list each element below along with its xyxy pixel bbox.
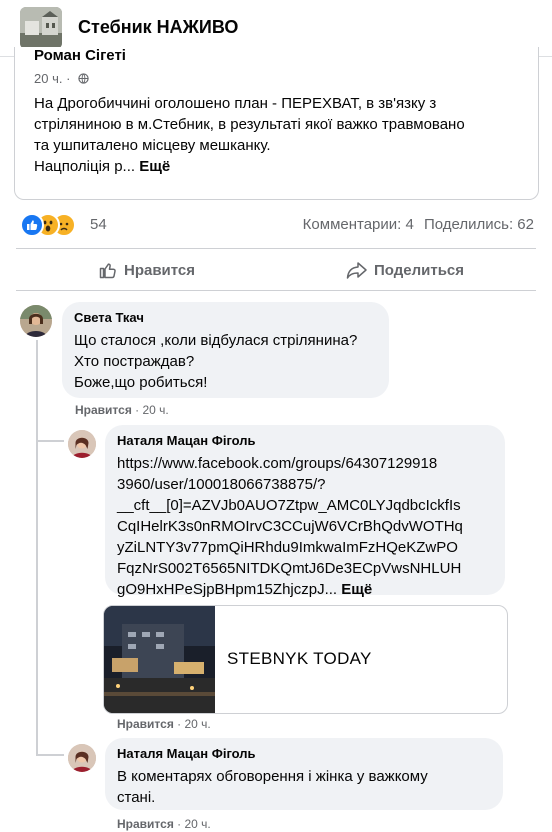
share-arrow-icon (346, 262, 367, 279)
thread-line (36, 440, 38, 755)
comment-text: В коментарях обговорення і жінка у важко… (117, 766, 491, 808)
thread-line (36, 340, 38, 440)
share-button-label: Поделиться (374, 261, 465, 279)
comments-count[interactable]: Комментарии: 4 (303, 216, 414, 233)
like-icon (20, 213, 44, 237)
comment-like-button[interactable]: Нравится (75, 403, 132, 417)
comment-text-line: стані. (117, 789, 156, 806)
share-button[interactable]: Поделиться (346, 252, 464, 288)
commenter-name[interactable]: Света Ткач (74, 310, 377, 326)
link-preview-title: STEBNYK TODAY (227, 649, 372, 668)
comment-text-line: Боже,що робиться! (74, 374, 208, 391)
like-button[interactable]: Нравится (98, 252, 195, 288)
comment-link-line[interactable]: yZiLNTY3v77pmQiHRhdu9ImkwaImFzHQeKZwPO (117, 537, 493, 558)
group-avatar[interactable] (20, 7, 62, 49)
shared-post-card[interactable]: Роман Сігеті 20 ч. · На Дрогобиччині ого… (14, 47, 539, 200)
comment-text-line: В коментарях обговорення і жінка у важко… (117, 768, 428, 785)
thumbs-up-icon (99, 263, 116, 279)
post-text: На Дрогобиччині оголошено план - ПЕРЕХВА… (34, 93, 514, 177)
comment-like-button[interactable]: Нравится (117, 717, 174, 731)
comment-link-line[interactable]: CqIHelrK3s0nRMOIrvC3CCujW6VCrBhQdvWOTHq (117, 516, 493, 537)
thread-line (36, 754, 64, 756)
post-feed: Роман Сігеті 20 ч. · На Дрогобиччині ого… (0, 47, 552, 832)
divider (16, 248, 536, 249)
comment-time[interactable]: 20 ч. (185, 717, 211, 731)
comment-link-line[interactable]: https://www.facebook.com/groups/64307129… (117, 453, 493, 474)
comment-bubble: Наталя Мацан Фіголь https://www.facebook… (105, 425, 505, 598)
post-text-line: стріляниною в м.Стебник, в результаті як… (34, 116, 465, 133)
comment-actions: Нравится · 20 ч. (117, 817, 211, 831)
comment-text-line: Хто постраждав? (74, 353, 195, 370)
commenter-name[interactable]: Наталя Мацан Фіголь (117, 746, 491, 762)
comment-time[interactable]: 20 ч. (143, 403, 169, 417)
comment-link-line[interactable]: FqzNrS002T6565NITDKQmtJ6De3ECpVwsNHLUH (117, 558, 493, 579)
shares-count[interactable]: Поделились: 62 (424, 216, 534, 233)
globe-icon (78, 73, 89, 84)
comment-text: Що сталося ,коли відбулася стрілянина? Х… (74, 330, 377, 393)
post-text-line: та ушпиталено місцеву мешканку. (34, 137, 271, 154)
post-meta: 20 ч. · (34, 71, 89, 86)
group-title[interactable]: Стебник НАЖИВО (78, 17, 238, 38)
comment-like-button[interactable]: Нравится (117, 817, 174, 831)
comment-actions: Нравится · 20 ч. (75, 403, 169, 417)
divider (16, 290, 536, 291)
link-preview-image (104, 606, 215, 713)
post-text-line: Нацполіція р... Ещё (34, 156, 514, 177)
like-button-label: Нравится (124, 261, 196, 279)
avatar[interactable] (68, 744, 96, 772)
comment-link-line[interactable]: __cft__[0]=AZVJb0AUO7Ztpw_AMC0LYJqdbcIck… (117, 495, 493, 516)
comment-link-line[interactable]: 3960/user/100018066738875/? (117, 474, 493, 495)
comment-text: https://www.facebook.com/groups/64307129… (117, 453, 493, 600)
comment-link-truncated[interactable]: gO9HxHPeSjpBHpm15ZhjczpJ... (117, 581, 337, 598)
engagement-counts: Комментарии: 4 Поделились: 62 (297, 216, 534, 233)
comment-time[interactable]: 20 ч. (185, 817, 211, 831)
comment-link-line: gO9HxHPeSjpBHpm15ZhjczpJ... Ещё (117, 579, 493, 600)
reactions-count[interactable]: 54 (90, 216, 107, 233)
see-more-link[interactable]: Ещё (341, 581, 372, 598)
link-preview-card[interactable]: STEBNYK TODAY (103, 605, 508, 714)
avatar[interactable] (20, 305, 52, 337)
avatar[interactable] (68, 430, 96, 458)
post-text-truncated: Нацполіція р... (34, 158, 136, 175)
commenter-name[interactable]: Наталя Мацан Фіголь (117, 433, 493, 449)
comment-bubble: Света Ткач Що сталося ,коли відбулася ст… (62, 302, 389, 398)
post-time[interactable]: 20 ч. (34, 71, 62, 86)
comment-bubble: Наталя Мацан Фіголь В коментарях обговор… (105, 738, 503, 810)
post-text-line: На Дрогобиччині оголошено план - ПЕРЕХВА… (34, 95, 437, 112)
see-more-link[interactable]: Ещё (139, 158, 170, 175)
post-author[interactable]: Роман Сігеті (34, 47, 126, 64)
comment-text-line: Що сталося ,коли відбулася стрілянина? (74, 332, 358, 349)
comment-actions: Нравится · 20 ч. (117, 717, 211, 731)
thread-line (36, 440, 64, 442)
